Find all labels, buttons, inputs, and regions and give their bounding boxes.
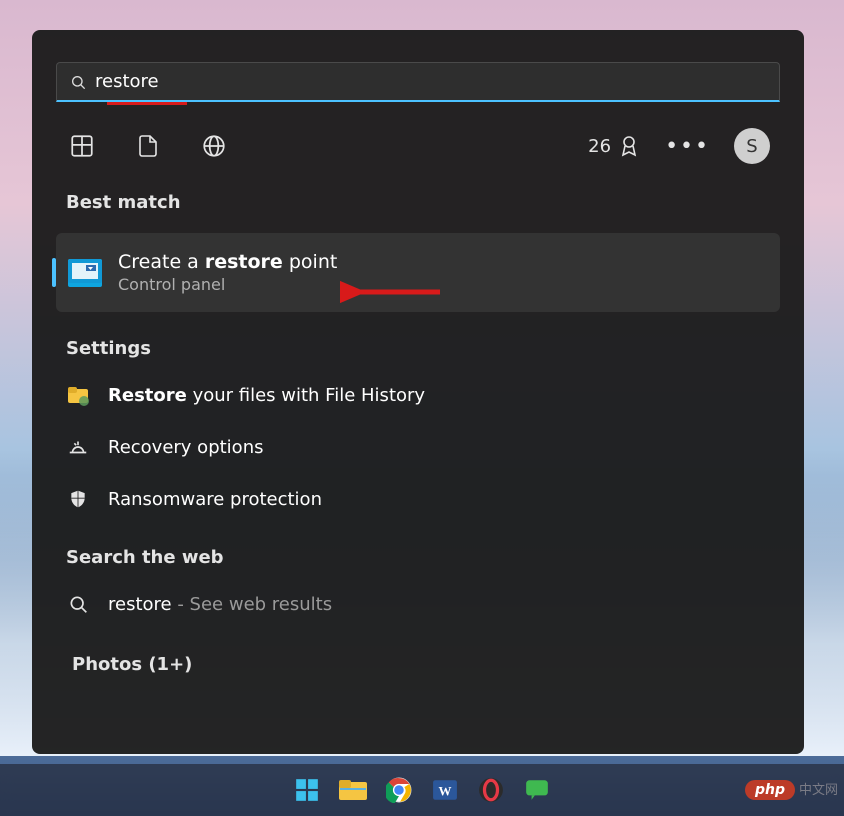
taskbar-start-icon[interactable]: [292, 775, 322, 805]
best-match-header: Best match: [32, 182, 804, 223]
apps-filter-icon[interactable]: [66, 130, 98, 162]
search-icon: [66, 592, 90, 616]
watermark: php 中文网: [745, 779, 838, 800]
search-input[interactable]: [95, 71, 767, 92]
settings-result-recovery[interactable]: Recovery options: [32, 421, 804, 473]
taskbar-opera-icon[interactable]: [476, 775, 506, 805]
web-result[interactable]: restore - See web results: [32, 578, 804, 630]
best-match-title: Create a restore point: [118, 251, 337, 273]
filter-bar: 26 ••• S: [32, 102, 804, 182]
shield-icon: [66, 487, 90, 511]
taskbar-messaging-icon[interactable]: [522, 775, 552, 805]
best-match-subtitle: Control panel: [118, 275, 337, 294]
result-label: Recovery options: [108, 437, 263, 458]
documents-filter-icon[interactable]: [132, 130, 164, 162]
taskbar-chrome-icon[interactable]: [384, 775, 414, 805]
search-icon: [69, 73, 87, 91]
watermark-badge: php: [745, 780, 795, 800]
rewards-icon: [617, 134, 641, 158]
system-properties-icon: [68, 259, 102, 287]
settings-header: Settings: [32, 328, 804, 369]
best-match-result[interactable]: Create a restore point Control panel: [56, 233, 780, 312]
rewards-points: 26: [588, 136, 611, 157]
rewards-indicator[interactable]: 26: [588, 134, 641, 158]
start-search-panel: 26 ••• S Best match Create a restore poi…: [32, 30, 804, 754]
settings-result-ransomware[interactable]: Ransomware protection: [32, 473, 804, 525]
recovery-icon: [66, 435, 90, 459]
result-label: Ransomware protection: [108, 489, 322, 510]
photos-header: Photos (1+): [32, 630, 804, 685]
result-label: Restore your files with File History: [108, 385, 425, 406]
web-filter-icon[interactable]: [198, 130, 230, 162]
taskbar-explorer-icon[interactable]: [338, 775, 368, 805]
watermark-text: 中文网: [799, 783, 838, 798]
user-avatar[interactable]: S: [734, 128, 770, 164]
avatar-initial: S: [746, 136, 757, 157]
more-icon[interactable]: •••: [665, 134, 710, 159]
folder-history-icon: [66, 383, 90, 407]
result-label: restore - See web results: [108, 594, 332, 615]
web-header: Search the web: [32, 525, 804, 578]
annotation-underline: [107, 102, 187, 105]
settings-result-file-history[interactable]: Restore your files with File History: [32, 369, 804, 421]
svg-text:W: W: [439, 783, 452, 798]
taskbar: W: [0, 764, 844, 816]
search-box[interactable]: [56, 62, 780, 102]
taskbar-word-icon[interactable]: W: [430, 775, 460, 805]
